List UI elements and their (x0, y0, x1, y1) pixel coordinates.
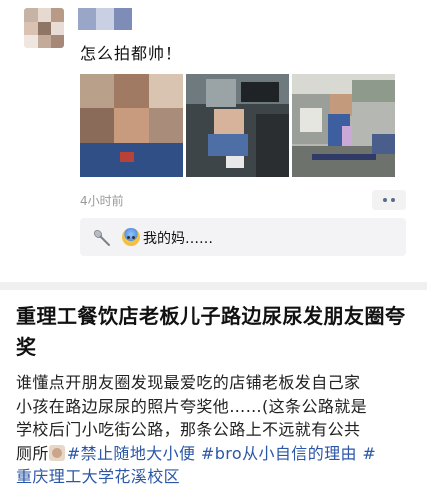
hashtag-link[interactable]: #bro从小自信的理由 (201, 444, 357, 463)
more-options-button[interactable] (372, 190, 406, 210)
face-emoji-icon (48, 444, 65, 461)
article-title: 重理工餐饮店老板儿子路边尿尿发朋友圈夸奖 (16, 304, 406, 359)
comment-text: 我的妈…… (143, 231, 213, 247)
dot-icon (383, 198, 387, 202)
article-body-line: 学校后门小吃街公路，那条公路上不远就有公共 (16, 420, 361, 439)
fearful-face-emoji (122, 228, 140, 246)
spoon-icon (93, 229, 110, 246)
hashtag-link[interactable]: #禁止随地大小便 (67, 444, 196, 463)
photo-child-roadside[interactable] (292, 74, 395, 177)
photo-child-closeup[interactable] (80, 74, 183, 177)
article-body-line: 厕所 (16, 443, 49, 463)
avatar[interactable] (24, 8, 64, 48)
hashtag-link[interactable]: # (362, 444, 376, 463)
article-body-line-tags: 重庆理工大学花溪校区 (16, 465, 416, 489)
dot-icon (391, 198, 395, 202)
article-body-line: 小孩在路边尿尿的照片夸奖他……(这条公路就是 (16, 396, 368, 416)
timestamp: 4小时前 (80, 194, 124, 208)
hashtag-link[interactable]: 重庆理工大学花溪校区 (16, 467, 180, 486)
section-divider (0, 282, 427, 290)
article-body-line-tags: 厕所 #禁止随地大小便 #bro从小自信的理由 # (16, 442, 416, 466)
post-text: 怎么拍都帅！ (80, 44, 183, 63)
comment-box: 我的妈…… (80, 218, 406, 256)
moments-post: 怎么拍都帅！ 4小时前 我的妈…… (0, 0, 427, 282)
photo-grid (80, 74, 395, 177)
username[interactable] (78, 8, 132, 30)
article-body: 谁懂点开朋友圈发现最爱吃的店铺老板发自己家 小孩在路边尿尿的照片夸奖他……(这条… (16, 371, 416, 489)
photo-child-sitting-street[interactable] (186, 74, 289, 177)
article-body-line: 谁懂点开朋友圈发现最爱吃的店铺老板发自己家 (16, 373, 361, 392)
